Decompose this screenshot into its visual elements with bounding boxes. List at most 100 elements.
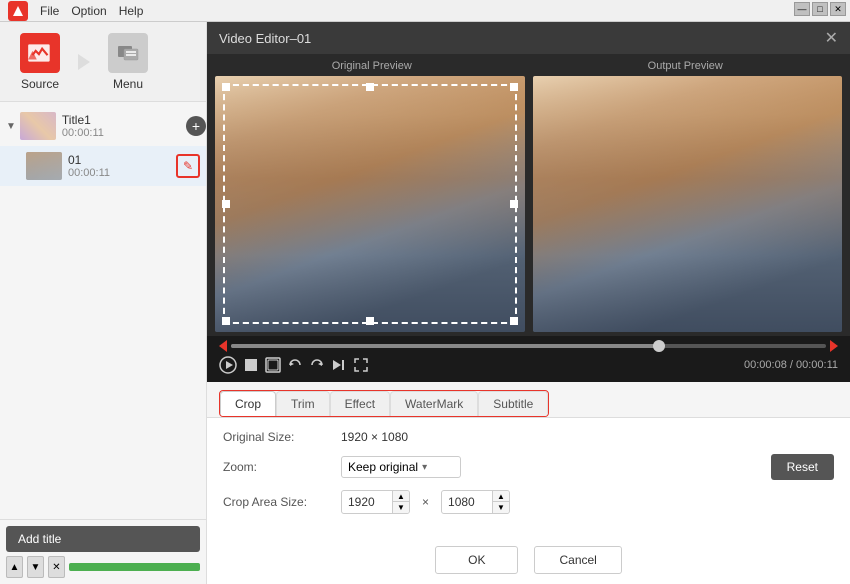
group-expand-arrow: ▼ [6, 121, 16, 132]
item-01-thumb [26, 152, 62, 180]
group-row-title1: ▼ Title1 00:00:11 + [0, 106, 206, 146]
zoom-value: Keep original [348, 460, 418, 474]
tab-group: Crop Trim Effect WaterMark Subtitle [219, 390, 549, 417]
group-header-title1[interactable]: ▼ Title1 00:00:11 [0, 108, 110, 144]
list-item-01[interactable]: 01 00:00:11 ✎ [0, 146, 206, 186]
edit-btn-container: ✎ [176, 154, 206, 178]
crop-x-separator: × [422, 495, 429, 509]
menu-icon [108, 33, 148, 73]
nav-separator [78, 54, 90, 70]
maximize-button[interactable]: □ [812, 2, 828, 16]
tab-crop[interactable]: Crop [220, 391, 276, 416]
move-up-button[interactable]: ▲ [6, 556, 23, 578]
crop-height-input[interactable]: 1080 ▲ ▼ [441, 490, 510, 514]
rotate-left-button[interactable] [287, 357, 303, 373]
item-01-time: 00:00:11 [68, 167, 170, 179]
editor-header: Video Editor–01 ✕ [207, 22, 850, 54]
move-down-button[interactable]: ▼ [27, 556, 44, 578]
sidebar-list: ▼ Title1 00:00:11 + 01 00 [0, 102, 206, 519]
minimize-button[interactable]: — [794, 2, 810, 16]
tab-watermark[interactable]: WaterMark [390, 391, 478, 416]
timeline-arrow-right [830, 340, 838, 352]
tab-subtitle[interactable]: Subtitle [478, 391, 548, 416]
crop-height-value: 1080 [442, 492, 492, 512]
crop-width-down[interactable]: ▼ [393, 502, 409, 513]
menu-file[interactable]: File [40, 4, 59, 18]
editor-title: Video Editor–01 [219, 31, 311, 46]
crop-width-arrows: ▲ ▼ [392, 491, 409, 513]
tab-trim[interactable]: Trim [276, 391, 330, 416]
crop-toggle-button[interactable] [265, 357, 281, 373]
play-button[interactable] [219, 356, 237, 374]
group-thumb [20, 112, 56, 140]
sidebar-nav: Source Menu [0, 22, 206, 102]
crop-handle-tm[interactable] [366, 83, 374, 91]
reset-btn-container: Reset [771, 454, 834, 480]
menu-option[interactable]: Option [71, 4, 106, 18]
crop-height-up[interactable]: ▲ [493, 491, 509, 502]
rotate-right-button[interactable] [309, 357, 325, 373]
original-size-value: 1920 × 1080 [341, 430, 408, 444]
timeline-arrow-left [219, 340, 227, 352]
group-name: Title1 [62, 113, 104, 127]
crop-handle-tl[interactable] [222, 83, 230, 91]
original-preview-label: Original Preview [215, 58, 529, 72]
timeline-thumb[interactable] [653, 340, 665, 352]
app-icon [8, 1, 28, 21]
menu-help[interactable]: Help [119, 4, 144, 18]
crop-handle-bl[interactable] [222, 317, 230, 325]
close-button[interactable]: ✕ [830, 2, 846, 16]
editor-panel: Video Editor–01 ✕ Original Preview Outpu… [207, 22, 850, 584]
sidebar: Source Menu [0, 22, 207, 584]
timeline-track[interactable] [231, 344, 826, 348]
output-video-content [533, 76, 843, 332]
sidebar-bottom: Add title ▲ ▼ ✕ [0, 519, 206, 584]
crop-handle-mr[interactable] [510, 200, 518, 208]
edit-icon: ✎ [183, 159, 193, 173]
original-size-label: Original Size: [223, 430, 333, 444]
ok-button[interactable]: OK [435, 546, 518, 574]
stop-button[interactable] [243, 357, 259, 373]
delete-button[interactable]: ✕ [48, 556, 65, 578]
original-video-content [215, 76, 525, 332]
output-person-overlay [533, 76, 843, 332]
crop-handle-bm[interactable] [366, 317, 374, 325]
add-title-button[interactable]: Add title [6, 526, 200, 552]
item-01-group: 01 00:00:11 [20, 148, 176, 184]
original-person-overlay [215, 76, 525, 332]
crop-area-row: Crop Area Size: 1920 ▲ ▼ × 1080 ▲ ▼ [223, 490, 834, 514]
crop-handle-ml[interactable] [222, 200, 230, 208]
edit-item-button[interactable]: ✎ [176, 154, 200, 178]
progress-row [219, 340, 838, 352]
window-controls: — □ ✕ [794, 2, 846, 16]
crop-width-value: 1920 [342, 492, 392, 512]
fullscreen-button[interactable] [353, 357, 369, 373]
crop-height-down[interactable]: ▼ [493, 502, 509, 513]
original-size-row: Original Size: 1920 × 1080 [223, 430, 834, 444]
zoom-select[interactable]: Keep original ▾ [341, 456, 461, 478]
crop-width-input[interactable]: 1920 ▲ ▼ [341, 490, 410, 514]
output-preview-label: Output Preview [529, 58, 843, 72]
cancel-button[interactable]: Cancel [534, 546, 621, 574]
crop-content: Original Size: 1920 × 1080 Zoom: Keep or… [207, 417, 850, 536]
menu-nav-button[interactable]: Menu [92, 25, 164, 99]
add-item-button[interactable]: + [186, 116, 206, 136]
bottom-controls: ▲ ▼ ✕ [6, 556, 200, 578]
menu-bar: File Option Help — □ ✕ [0, 0, 850, 22]
crop-border [223, 84, 517, 324]
timeline-fill [231, 344, 659, 348]
item-01-name: 01 [68, 153, 170, 167]
editor-close-button[interactable]: ✕ [825, 28, 838, 48]
tabs-row: Crop Trim Effect WaterMark Subtitle [207, 382, 850, 417]
menu-label: Menu [113, 77, 143, 91]
reset-button[interactable]: Reset [771, 454, 834, 480]
source-nav-button[interactable]: Source [4, 25, 76, 99]
crop-handle-tr[interactable] [510, 83, 518, 91]
skip-button[interactable] [331, 357, 347, 373]
zoom-label: Zoom: [223, 460, 333, 474]
original-video-frame [215, 76, 525, 332]
controls-row: 00:00:08 / 00:00:11 [219, 352, 838, 378]
crop-width-up[interactable]: ▲ [393, 491, 409, 502]
playback-controls [219, 356, 369, 374]
tab-effect[interactable]: Effect [330, 391, 390, 416]
